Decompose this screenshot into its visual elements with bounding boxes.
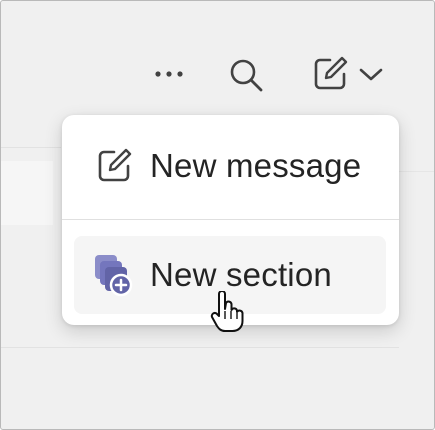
compose-icon <box>88 140 140 192</box>
new-chat-dropdown-menu: New message New section <box>62 115 399 325</box>
background-divider <box>1 147 61 148</box>
new-chat-button[interactable] <box>301 51 393 97</box>
search-button[interactable] <box>223 53 269 97</box>
compose-icon <box>314 56 348 90</box>
background-pane <box>1 161 53 225</box>
more-horizontal-icon <box>155 71 183 77</box>
menu-item-new-section[interactable]: New section <box>74 236 386 314</box>
more-options-button[interactable] <box>149 57 189 91</box>
chevron-down-icon <box>359 68 383 81</box>
menu-item-label: New section <box>150 256 332 293</box>
background-divider <box>399 171 434 172</box>
menu-item-label: New message <box>150 147 362 184</box>
background-divider <box>1 347 399 348</box>
menu-item-new-message[interactable]: New message <box>74 127 386 205</box>
menu-divider <box>62 219 399 220</box>
app-frame: New message New section <box>0 0 435 430</box>
search-icon <box>230 59 263 92</box>
new-section-icon <box>88 249 140 301</box>
